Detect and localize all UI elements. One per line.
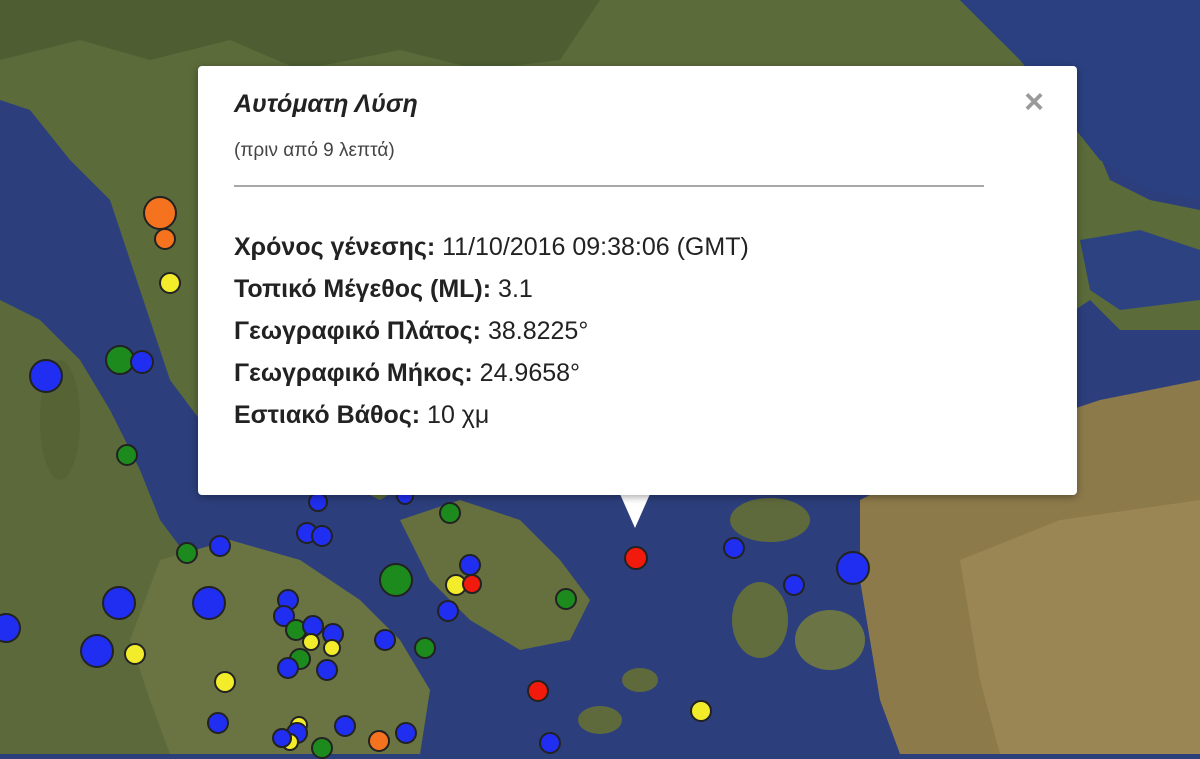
earthquake-marker-icon[interactable] (783, 574, 805, 596)
earthquake-marker-icon[interactable] (311, 737, 333, 759)
detail-value: 24.9658° (472, 359, 581, 387)
earthquake-marker-icon[interactable] (414, 637, 436, 659)
earthquake-marker-icon[interactable] (130, 350, 154, 374)
earthquake-marker-icon[interactable] (102, 586, 136, 620)
earthquake-marker-icon[interactable] (459, 554, 481, 576)
detail-latitude: Γεωγραφικό Πλάτος: 38.8225° (234, 310, 749, 352)
detail-value: 38.8225° (481, 317, 589, 345)
detail-value: 3.1 (491, 275, 533, 303)
earthquake-marker-icon[interactable] (624, 546, 648, 570)
earthquake-marker-icon[interactable] (316, 659, 338, 681)
earthquake-marker-icon[interactable] (277, 657, 299, 679)
earthquake-marker-icon[interactable] (368, 730, 390, 752)
earthquake-marker-icon[interactable] (379, 563, 413, 597)
earthquake-marker-icon[interactable] (214, 671, 236, 693)
earthquake-marker-icon[interactable] (395, 722, 417, 744)
earthquake-marker-icon[interactable] (192, 586, 226, 620)
earthquake-marker-icon[interactable] (209, 535, 231, 557)
earthquake-marker-icon[interactable] (116, 444, 138, 466)
earthquake-marker-icon[interactable] (836, 551, 870, 585)
detail-value: 10 χμ (420, 401, 490, 429)
earthquake-marker-icon[interactable] (374, 629, 396, 651)
earthquake-marker-icon[interactable] (159, 272, 181, 294)
earthquake-marker-icon[interactable] (462, 574, 482, 594)
earthquake-marker-icon[interactable] (0, 613, 21, 643)
earthquake-marker-icon[interactable] (690, 700, 712, 722)
popup-details: Χρόνος γένεσης: 11/10/2016 09:38:06 (GMT… (234, 226, 749, 436)
detail-magnitude: Τοπικό Μέγεθος (ML): 3.1 (234, 268, 749, 310)
popup-subtitle: (πριν από 9 λεπτά) (234, 140, 395, 161)
earthquake-info-popup: × Αυτόματη Λύση (πριν από 9 λεπτά) Χρόνο… (198, 66, 1077, 495)
earthquake-marker-icon[interactable] (555, 588, 577, 610)
popup-pointer (620, 494, 650, 528)
earthquake-marker-icon[interactable] (539, 732, 561, 754)
detail-label: Γεωγραφικό Πλάτος: (234, 317, 481, 345)
detail-depth: Εστιακό Βάθος: 10 χμ (234, 394, 749, 436)
earthquake-marker-icon[interactable] (334, 715, 356, 737)
close-icon[interactable]: × (1019, 84, 1049, 120)
earthquake-marker-icon[interactable] (29, 359, 63, 393)
earthquake-marker-icon[interactable] (527, 680, 549, 702)
earthquake-marker-icon[interactable] (124, 643, 146, 665)
detail-label: Γεωγραφικό Μήκος: (234, 359, 473, 387)
detail-origin-time: Χρόνος γένεσης: 11/10/2016 09:38:06 (GMT… (234, 226, 749, 268)
earthquake-marker-icon[interactable] (154, 228, 176, 250)
earthquake-marker-icon[interactable] (143, 196, 177, 230)
earthquake-marker-icon[interactable] (723, 537, 745, 559)
earthquake-marker-icon[interactable] (439, 502, 461, 524)
earthquake-marker-icon[interactable] (311, 525, 333, 547)
earthquake-marker-icon[interactable] (207, 712, 229, 734)
earthquake-marker-icon[interactable] (80, 634, 114, 668)
earthquake-marker-icon[interactable] (176, 542, 198, 564)
popup-divider (234, 185, 984, 187)
earthquake-marker-icon[interactable] (308, 492, 328, 512)
detail-longitude: Γεωγραφικό Μήκος: 24.9658° (234, 352, 749, 394)
earthquake-marker-icon[interactable] (272, 728, 292, 748)
detail-label: Χρόνος γένεσης: (234, 233, 436, 261)
earthquake-marker-icon[interactable] (437, 600, 459, 622)
detail-value: 11/10/2016 09:38:06 (GMT) (435, 233, 749, 261)
detail-label: Τοπικό Μέγεθος (ML): (234, 275, 492, 303)
popup-title: Αυτόματη Λύση (234, 90, 418, 118)
detail-label: Εστιακό Βάθος: (234, 401, 421, 429)
earthquake-marker-icon[interactable] (323, 639, 341, 657)
